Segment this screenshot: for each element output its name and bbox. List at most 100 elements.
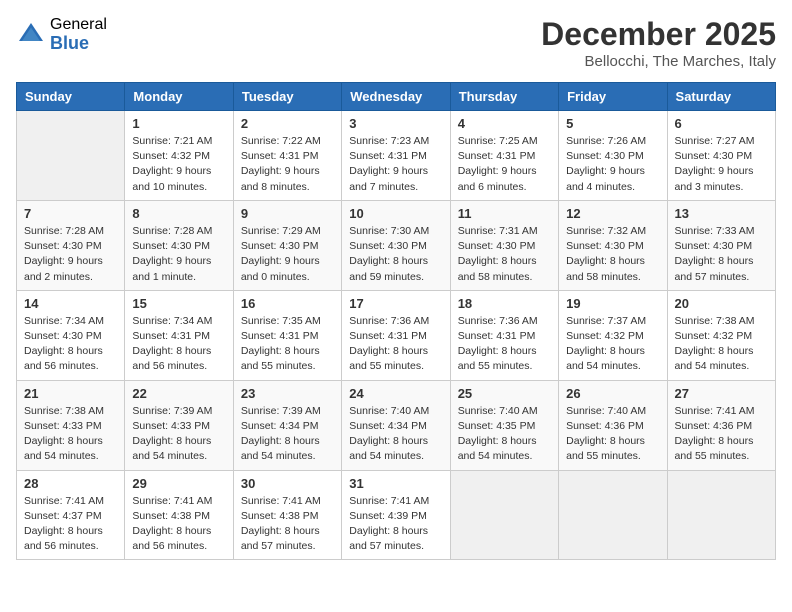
- day-info: Sunrise: 7:40 AMSunset: 4:35 PMDaylight:…: [458, 404, 551, 465]
- calendar-cell: 16Sunrise: 7:35 AMSunset: 4:31 PMDayligh…: [233, 290, 341, 380]
- calendar-cell: 18 Sunrise: 7:36 AMSunset: 4:31 PMDayligh…: [450, 290, 558, 380]
- calendar-cell: 28 Sunrise: 7:41 AMSunset: 4:37 PMDayligh…: [17, 470, 125, 560]
- day-info: Sunrise: 7:41 AMSunset: 4:39 PMDaylight:…: [349, 494, 442, 555]
- day-info: Sunrise: 7:28 AMSunset: 4:30 PMDaylight:…: [24, 224, 117, 285]
- calendar-cell: 27Sunrise: 7:41 AMSunset: 4:36 PMDayligh…: [667, 380, 775, 470]
- calendar-cell: 24Sunrise: 7:40 AMSunset: 4:34 PMDayligh…: [342, 380, 450, 470]
- day-number: 28: [24, 476, 117, 491]
- calendar-cell: [450, 470, 558, 560]
- calendar-cell: 5 Sunrise: 7:26 AMSunset: 4:30 PMDaylight…: [559, 111, 667, 201]
- day-info: Sunrise: 7:31 AMSunset: 4:30 PMDaylight:…: [458, 224, 551, 285]
- day-number: 7: [24, 206, 117, 221]
- calendar-cell: 1Sunrise: 7:21 AMSunset: 4:32 PMDaylight…: [125, 111, 233, 201]
- month-title: December 2025: [541, 16, 776, 53]
- day-number: 23: [241, 386, 334, 401]
- calendar-header-monday: Monday: [125, 83, 233, 111]
- day-number: 11: [458, 206, 551, 221]
- calendar-cell: 22 Sunrise: 7:39 AMSunset: 4:33 PMDayligh…: [125, 380, 233, 470]
- day-number: 19: [566, 296, 659, 311]
- calendar-cell: 2 Sunrise: 7:22 AMSunset: 4:31 PMDaylight…: [233, 111, 341, 201]
- day-number: 15: [132, 296, 225, 311]
- day-number: 2: [241, 116, 334, 131]
- calendar-cell: 9 Sunrise: 7:29 AMSunset: 4:30 PMDaylight…: [233, 200, 341, 290]
- calendar-cell: 23 Sunrise: 7:39 AMSunset: 4:34 PMDayligh…: [233, 380, 341, 470]
- day-info: Sunrise: 7:23 AMSunset: 4:31 PMDaylight:…: [349, 134, 442, 195]
- calendar-cell: 26 Sunrise: 7:40 AMSunset: 4:36 PMDayligh…: [559, 380, 667, 470]
- calendar-week-row: 1Sunrise: 7:21 AMSunset: 4:32 PMDaylight…: [17, 111, 776, 201]
- day-number: 4: [458, 116, 551, 131]
- day-info: Sunrise: 7:36 AMSunset: 4:31 PMDaylight:…: [349, 314, 442, 375]
- day-number: 22: [132, 386, 225, 401]
- day-info: Sunrise: 7:33 AMSunset: 4:30 PMDaylight:…: [675, 224, 768, 285]
- calendar-cell: 11 Sunrise: 7:31 AMSunset: 4:30 PMDayligh…: [450, 200, 558, 290]
- calendar-cell: 4 Sunrise: 7:25 AMSunset: 4:31 PMDaylight…: [450, 111, 558, 201]
- day-info: Sunrise: 7:40 AMSunset: 4:36 PMDaylight:…: [566, 404, 659, 465]
- day-number: 12: [566, 206, 659, 221]
- calendar-cell: 3Sunrise: 7:23 AMSunset: 4:31 PMDaylight…: [342, 111, 450, 201]
- day-info: Sunrise: 7:41 AMSunset: 4:37 PMDaylight:…: [24, 494, 117, 555]
- calendar-cell: [559, 470, 667, 560]
- day-info: Sunrise: 7:41 AMSunset: 4:38 PMDaylight:…: [241, 494, 334, 555]
- day-info: Sunrise: 7:30 AMSunset: 4:30 PMDaylight:…: [349, 224, 442, 285]
- calendar-cell: 25 Sunrise: 7:40 AMSunset: 4:35 PMDayligh…: [450, 380, 558, 470]
- calendar-header-wednesday: Wednesday: [342, 83, 450, 111]
- day-number: 6: [675, 116, 768, 131]
- day-number: 20: [675, 296, 768, 311]
- calendar-cell: [17, 111, 125, 201]
- day-number: 21: [24, 386, 117, 401]
- day-number: 25: [458, 386, 551, 401]
- calendar-cell: 12 Sunrise: 7:32 AMSunset: 4:30 PMDayligh…: [559, 200, 667, 290]
- day-number: 10: [349, 206, 442, 221]
- calendar-cell: 10 Sunrise: 7:30 AMSunset: 4:30 PMDayligh…: [342, 200, 450, 290]
- calendar-cell: 7 Sunrise: 7:28 AMSunset: 4:30 PMDaylight…: [17, 200, 125, 290]
- calendar-header-row: SundayMondayTuesdayWednesdayThursdayFrid…: [17, 83, 776, 111]
- day-info: Sunrise: 7:34 AMSunset: 4:30 PMDaylight:…: [24, 314, 117, 375]
- day-info: Sunrise: 7:37 AMSunset: 4:32 PMDaylight:…: [566, 314, 659, 375]
- calendar-week-row: 7 Sunrise: 7:28 AMSunset: 4:30 PMDaylight…: [17, 200, 776, 290]
- day-info: Sunrise: 7:39 AMSunset: 4:34 PMDaylight:…: [241, 404, 334, 465]
- calendar-cell: 29 Sunrise: 7:41 AMSunset: 4:38 PMDayligh…: [125, 470, 233, 560]
- day-info: Sunrise: 7:39 AMSunset: 4:33 PMDaylight:…: [132, 404, 225, 465]
- calendar-cell: 30Sunrise: 7:41 AMSunset: 4:38 PMDayligh…: [233, 470, 341, 560]
- day-info: Sunrise: 7:32 AMSunset: 4:30 PMDaylight:…: [566, 224, 659, 285]
- day-info: Sunrise: 7:40 AMSunset: 4:34 PMDaylight:…: [349, 404, 442, 465]
- calendar-cell: 17 Sunrise: 7:36 AMSunset: 4:31 PMDayligh…: [342, 290, 450, 380]
- day-number: 31: [349, 476, 442, 491]
- day-info: Sunrise: 7:34 AMSunset: 4:31 PMDaylight:…: [132, 314, 225, 375]
- day-info: Sunrise: 7:22 AMSunset: 4:31 PMDaylight:…: [241, 134, 334, 195]
- logo-icon: [16, 20, 46, 50]
- day-number: 8: [132, 206, 225, 221]
- calendar-cell: 8 Sunrise: 7:28 AMSunset: 4:30 PMDaylight…: [125, 200, 233, 290]
- day-info: Sunrise: 7:38 AMSunset: 4:33 PMDaylight:…: [24, 404, 117, 465]
- day-info: Sunrise: 7:29 AMSunset: 4:30 PMDaylight:…: [241, 224, 334, 285]
- location: Bellocchi, The Marches, Italy: [541, 53, 776, 70]
- day-info: Sunrise: 7:35 AMSunset: 4:31 PMDaylight:…: [241, 314, 334, 375]
- calendar-cell: 15 Sunrise: 7:34 AMSunset: 4:31 PMDayligh…: [125, 290, 233, 380]
- calendar-header-saturday: Saturday: [667, 83, 775, 111]
- day-info: Sunrise: 7:28 AMSunset: 4:30 PMDaylight:…: [132, 224, 225, 285]
- day-number: 18: [458, 296, 551, 311]
- calendar-week-row: 21 Sunrise: 7:38 AMSunset: 4:33 PMDayligh…: [17, 380, 776, 470]
- calendar-header-friday: Friday: [559, 83, 667, 111]
- day-info: Sunrise: 7:26 AMSunset: 4:30 PMDaylight:…: [566, 134, 659, 195]
- logo-blue: Blue: [50, 34, 107, 54]
- day-info: Sunrise: 7:41 AMSunset: 4:38 PMDaylight:…: [132, 494, 225, 555]
- day-number: 9: [241, 206, 334, 221]
- day-number: 29: [132, 476, 225, 491]
- calendar-cell: 31 Sunrise: 7:41 AMSunset: 4:39 PMDayligh…: [342, 470, 450, 560]
- day-number: 14: [24, 296, 117, 311]
- title-area: December 2025 Bellocchi, The Marches, It…: [541, 16, 776, 70]
- calendar-header-sunday: Sunday: [17, 83, 125, 111]
- calendar-header-tuesday: Tuesday: [233, 83, 341, 111]
- day-number: 17: [349, 296, 442, 311]
- day-number: 5: [566, 116, 659, 131]
- day-info: Sunrise: 7:36 AMSunset: 4:31 PMDaylight:…: [458, 314, 551, 375]
- calendar-header-thursday: Thursday: [450, 83, 558, 111]
- calendar-cell: 6Sunrise: 7:27 AMSunset: 4:30 PMDaylight…: [667, 111, 775, 201]
- calendar-week-row: 14 Sunrise: 7:34 AMSunset: 4:30 PMDayligh…: [17, 290, 776, 380]
- day-number: 26: [566, 386, 659, 401]
- day-info: Sunrise: 7:25 AMSunset: 4:31 PMDaylight:…: [458, 134, 551, 195]
- day-number: 1: [132, 116, 225, 131]
- calendar-cell: 21 Sunrise: 7:38 AMSunset: 4:33 PMDayligh…: [17, 380, 125, 470]
- calendar-cell: [667, 470, 775, 560]
